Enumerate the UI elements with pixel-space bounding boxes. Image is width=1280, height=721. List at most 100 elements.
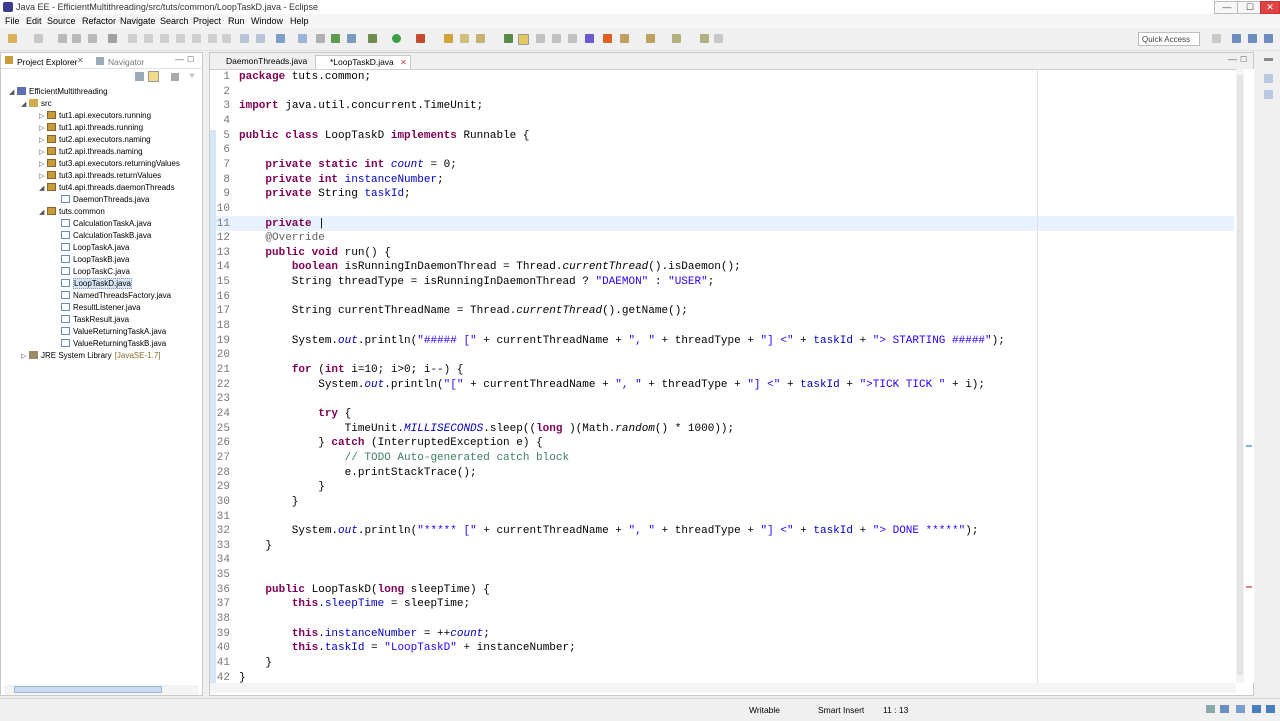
suspend-icon[interactable] (144, 34, 153, 43)
status-icon[interactable] (1252, 705, 1261, 713)
code-line[interactable]: String currentThreadName = Thread.curren… (239, 305, 688, 317)
code-line[interactable]: e.printStackTrace(); (239, 467, 477, 479)
code-line[interactable]: private String taskId; (239, 188, 410, 200)
expand-down-icon[interactable]: ◢ (9, 88, 17, 96)
code-line[interactable]: private int instanceNumber; (239, 174, 443, 186)
code-line[interactable]: public void run() { (239, 247, 390, 259)
tree-item[interactable]: ResultListener.java (53, 303, 141, 312)
chevron-down-icon[interactable]: ▿ (190, 71, 194, 80)
skip-breakpoints-icon[interactable] (108, 34, 117, 43)
new-server-icon[interactable] (240, 34, 249, 43)
expand-right-icon[interactable]: ▷ (39, 136, 47, 144)
code-line[interactable]: } catch (InterruptedException e) { (239, 437, 542, 449)
expand-right-icon[interactable]: ▷ (39, 112, 47, 120)
close-tab-icon[interactable]: ✕ (400, 58, 407, 67)
tree-item[interactable]: LoopTaskD.java (53, 278, 132, 289)
code-line[interactable]: public LoopTaskD(long sleepTime) { (239, 584, 489, 596)
menu-navigate[interactable]: Navigate (120, 16, 156, 26)
java-ee-perspective-icon[interactable] (1232, 34, 1241, 43)
code-line[interactable]: @Override (239, 232, 324, 244)
terminate-icon[interactable] (160, 34, 169, 43)
expand-down-icon[interactable]: ◢ (21, 100, 29, 108)
maximize-editor-icon[interactable]: ☐ (1240, 55, 1247, 64)
view-menu-icon[interactable] (171, 73, 179, 81)
forward-icon[interactable] (700, 34, 709, 43)
tree-item[interactable]: ◢ src (21, 99, 52, 108)
code-line[interactable]: } (239, 540, 272, 552)
code-line[interactable]: this.taskId = "LoopTaskD" + instanceNumb… (239, 642, 576, 654)
editor-horizontal-scrollbar[interactable] (210, 683, 1236, 693)
code-line[interactable]: import java.util.concurrent.TimeUnit; (239, 100, 483, 112)
open-perspective-icon[interactable] (1212, 34, 1221, 43)
overview-marker[interactable] (1246, 445, 1252, 447)
print-icon[interactable] (88, 34, 97, 43)
code-line[interactable]: } (239, 657, 272, 669)
task-list-icon[interactable] (1264, 90, 1273, 99)
quick-access-input[interactable]: Quick Access (1138, 32, 1200, 46)
status-insert-mode[interactable]: Smart Insert (818, 705, 864, 715)
code-line[interactable]: private | (239, 218, 324, 230)
tree-item[interactable]: NamedThreadsFactory.java (53, 291, 171, 300)
link-with-editor-icon[interactable] (148, 71, 159, 82)
tree-item[interactable]: ▷ tut1.api.executors.running (39, 111, 151, 120)
search-icon[interactable] (460, 34, 469, 43)
status-icon[interactable] (1206, 705, 1215, 713)
tree-item[interactable]: ▷ JRE System Library [JavaSE-1.7] (21, 351, 161, 360)
save-icon[interactable] (58, 34, 67, 43)
tree-item[interactable]: CalculationTaskB.java (53, 231, 151, 240)
word-wrap-icon[interactable] (552, 34, 561, 43)
scroll-thumb[interactable] (1237, 75, 1243, 675)
chevron-down-icon[interactable] (714, 34, 723, 43)
toggle-block-selection-icon[interactable] (518, 34, 529, 45)
code-line[interactable]: } (239, 672, 246, 684)
status-cursor-position[interactable]: 11 : 13 (883, 705, 908, 715)
tab-close-icon[interactable]: ✕ (77, 56, 84, 65)
open-icon[interactable] (34, 34, 43, 43)
step-return-icon[interactable] (222, 34, 231, 43)
java-perspective-icon[interactable] (1264, 34, 1273, 43)
tree-item[interactable]: ▷ tut1.api.threads.running (39, 123, 143, 132)
tree-item[interactable]: ◢ tut4.api.threads.daemonThreads (39, 183, 175, 192)
tree-item[interactable]: LoopTaskA.java (53, 243, 129, 252)
menu-project[interactable]: Project (193, 16, 221, 26)
close-button[interactable]: ✕ (1260, 1, 1280, 14)
code-line[interactable]: package tuts.common; (239, 71, 371, 83)
code-line[interactable]: } (239, 481, 325, 493)
code-line[interactable]: this.sleepTime = sleepTime; (239, 598, 470, 610)
editor-vertical-scrollbar[interactable] (1236, 69, 1244, 683)
minimize-editor-icon[interactable]: — (1228, 54, 1237, 64)
show-source-icon[interactable] (568, 34, 577, 43)
toggle-mark-occurrences-icon[interactable] (504, 34, 513, 43)
step-into-icon[interactable] (192, 34, 201, 43)
status-icon[interactable] (1220, 705, 1229, 713)
tree-item[interactable]: ▷ tut3.api.executors.returningValues (39, 159, 180, 168)
external-tools-icon[interactable] (416, 34, 425, 43)
tab-daemonthreads-java[interactable]: DaemonThreads.java (212, 55, 316, 68)
new-package-icon[interactable] (316, 34, 325, 43)
show-whitespace-icon[interactable] (536, 34, 545, 43)
expand-right-icon[interactable]: ▷ (39, 148, 47, 156)
annotation-next-icon[interactable] (620, 34, 629, 43)
tree-item[interactable]: ValueReturningTaskA.java (53, 327, 166, 336)
code-line[interactable]: System.out.println("##### [" + currentTh… (239, 335, 1005, 347)
menu-source[interactable]: Source (47, 16, 76, 26)
menu-window[interactable]: Window (251, 16, 283, 26)
new-icon[interactable] (8, 34, 17, 43)
edit-icon[interactable] (476, 34, 485, 43)
menu-search[interactable]: Search (160, 16, 189, 26)
tree-item[interactable]: ◢ EfficientMultithreading (9, 87, 108, 96)
restore-icon[interactable] (1264, 58, 1273, 61)
back-icon[interactable] (672, 34, 681, 43)
menu-help[interactable]: Help (290, 16, 309, 26)
step-over-icon[interactable] (208, 34, 217, 43)
expand-right-icon[interactable]: ▷ (39, 160, 47, 168)
collapse-all-icon[interactable] (135, 72, 144, 81)
menu-file[interactable]: File (5, 16, 20, 26)
tree-item[interactable]: DaemonThreads.java (53, 195, 149, 204)
new-java-project-icon[interactable] (298, 34, 307, 43)
error-marker[interactable] (1246, 586, 1252, 588)
new-class-icon[interactable] (331, 34, 340, 43)
build-icon[interactable] (276, 34, 285, 43)
stop-icon[interactable] (603, 34, 612, 43)
resume-icon[interactable] (128, 34, 137, 43)
